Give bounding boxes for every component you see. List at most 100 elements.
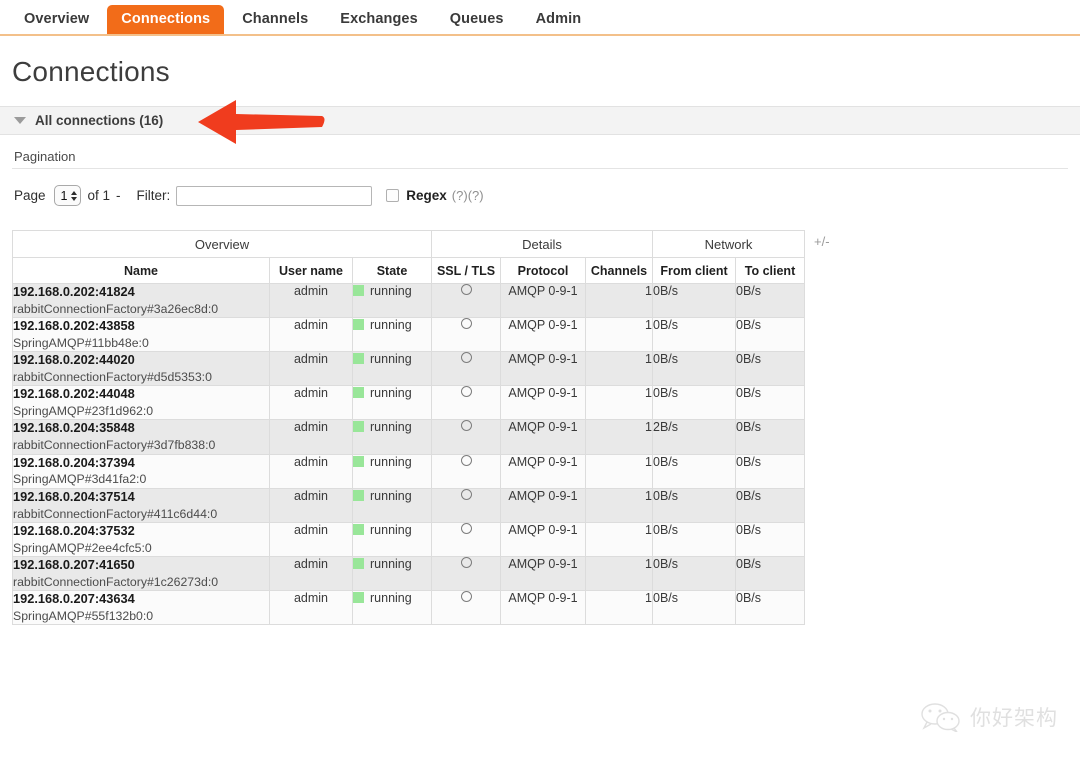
cell-to-client: 0B/s	[735, 555, 805, 591]
cell-state: running	[352, 385, 432, 421]
group-header-network: Network	[652, 230, 805, 258]
table-row[interactable]: 192.168.0.204:37514 rabbitConnectionFacto…	[12, 487, 805, 523]
cell-name[interactable]: 192.168.0.204:35848 rabbitConnectionFacto…	[12, 419, 270, 455]
cell-to-client: 0B/s	[735, 385, 805, 421]
table-row[interactable]: 192.168.0.202:43858 SpringAMQP#11bb48e:0 a…	[12, 317, 805, 353]
table-row[interactable]: 192.168.0.204:35848 rabbitConnectionFacto…	[12, 419, 805, 455]
column-toggle-button[interactable]: +/-	[814, 234, 830, 249]
regex-help-link-2[interactable]: (?)	[468, 188, 484, 203]
cell-ssl-tls	[431, 589, 501, 626]
nav-tab-admin[interactable]: Admin	[522, 5, 596, 35]
cell-state: running	[352, 521, 432, 557]
column-header-from-client[interactable]: From client	[652, 257, 736, 284]
chevron-down-icon[interactable]	[14, 117, 26, 124]
cell-state: running	[352, 282, 432, 319]
cell-name[interactable]: 192.168.0.204:37532 SpringAMQP#2ee4cfc5:0	[12, 521, 270, 557]
cell-name[interactable]: 192.168.0.202:43858 SpringAMQP#11bb48e:0	[12, 317, 270, 353]
cell-from-client: 0B/s	[652, 487, 736, 523]
cell-protocol: AMQP 0-9-1	[500, 282, 586, 319]
cell-to-client: 0B/s	[735, 419, 805, 455]
cell-name[interactable]: 192.168.0.204:37394 SpringAMQP#3d41fa2:0	[12, 453, 270, 489]
connection-address: 192.168.0.204:35848	[13, 420, 135, 436]
table-row[interactable]: 192.168.0.207:43634 SpringAMQP#55f132b0:0…	[12, 589, 805, 626]
ssl-off-icon	[460, 352, 472, 364]
cell-state: running	[352, 317, 432, 353]
regex-help-link-1[interactable]: (?)	[452, 188, 468, 203]
cell-user-name: admin	[269, 589, 353, 626]
cell-ssl-tls	[431, 351, 501, 387]
pagination-dash: -	[116, 188, 121, 203]
cell-channels: 1	[585, 419, 653, 455]
cell-name[interactable]: 192.168.0.207:43634 SpringAMQP#55f132b0:0	[12, 589, 270, 626]
table-row[interactable]: 192.168.0.204:37394 SpringAMQP#3d41fa2:0 a…	[12, 453, 805, 489]
cell-protocol: AMQP 0-9-1	[500, 317, 586, 353]
status-indicator-icon	[353, 353, 364, 365]
cell-name[interactable]: 192.168.0.202:44020 rabbitConnectionFacto…	[12, 351, 270, 387]
cell-from-client: 2B/s	[652, 419, 736, 455]
filter-input[interactable]	[176, 185, 373, 206]
status-indicator-icon	[353, 557, 364, 569]
connection-client-name: SpringAMQP#23f1d962:0	[13, 404, 154, 419]
status-badge: running	[370, 454, 412, 469]
status-indicator-icon	[353, 591, 364, 603]
column-header-user-name[interactable]: User name	[269, 257, 353, 284]
table-row[interactable]: 192.168.0.202:41824 rabbitConnectionFacto…	[12, 282, 805, 319]
cell-user-name: admin	[269, 521, 353, 557]
cell-name[interactable]: 192.168.0.204:37514 rabbitConnectionFacto…	[12, 487, 270, 523]
regex-checkbox[interactable]	[386, 189, 400, 202]
column-header-ssl-tls[interactable]: SSL / TLS	[431, 257, 501, 284]
nav-tab-exchanges[interactable]: Exchanges	[326, 5, 431, 35]
connection-client-name: rabbitConnectionFactory#411c6d44:0	[13, 506, 218, 521]
connection-address: 192.168.0.202:44020	[13, 352, 135, 368]
column-header-state[interactable]: State	[352, 257, 432, 284]
cell-name[interactable]: 192.168.0.202:41824 rabbitConnectionFacto…	[12, 282, 270, 319]
cell-name[interactable]: 192.168.0.202:44048 SpringAMQP#23f1d962:0	[12, 385, 270, 421]
nav-tab-channels[interactable]: Channels	[228, 5, 322, 35]
main-navigation: Overview Connections Channels Exchanges …	[0, 0, 1080, 36]
table-row[interactable]: 192.168.0.202:44020 rabbitConnectionFacto…	[12, 351, 805, 387]
ssl-off-icon	[460, 454, 472, 466]
page-title: Connections	[12, 56, 170, 87]
cell-protocol: AMQP 0-9-1	[500, 521, 586, 557]
stepper-arrows-icon[interactable]	[71, 190, 78, 201]
connections-table-container: Overview Details Network Name User name …	[12, 230, 1080, 626]
all-connections-section-header[interactable]: All connections (16)	[0, 106, 1080, 135]
nav-tab-connections[interactable]: Connections	[107, 4, 225, 34]
table-column-header-row: Name User name State SSL / TLS Protocol …	[12, 257, 805, 284]
cell-user-name: admin	[269, 419, 353, 455]
cell-channels: 1	[585, 351, 653, 387]
column-header-name[interactable]: Name	[12, 257, 270, 284]
cell-protocol: AMQP 0-9-1	[500, 555, 586, 591]
cell-name[interactable]: 192.168.0.207:41650 rabbitConnectionFacto…	[12, 555, 270, 591]
table-row[interactable]: 192.168.0.204:37532 SpringAMQP#2ee4cfc5:0…	[12, 521, 805, 557]
status-badge: running	[370, 420, 412, 435]
status-indicator-icon	[353, 455, 364, 467]
page-total-label: of 1	[87, 188, 111, 203]
pagination-divider	[12, 168, 1068, 169]
connection-client-name: SpringAMQP#55f132b0:0	[13, 608, 154, 623]
cell-ssl-tls	[431, 555, 501, 591]
connection-address: 192.168.0.207:41650	[13, 556, 135, 572]
connection-client-name: SpringAMQP#11bb48e:0	[13, 336, 149, 350]
cell-from-client: 0B/s	[652, 282, 736, 319]
connections-table: Overview Details Network Name User name …	[12, 230, 805, 626]
connection-client-name: rabbitConnectionFactory#d5d5353:0	[13, 370, 212, 385]
nav-tab-overview[interactable]: Overview	[10, 5, 103, 35]
regex-label: Regex	[406, 188, 447, 203]
column-header-to-client[interactable]: To client	[735, 257, 805, 284]
column-header-protocol[interactable]: Protocol	[500, 257, 586, 284]
status-indicator-icon	[353, 489, 364, 501]
page-number-select[interactable]: 1	[53, 185, 82, 206]
column-header-channels[interactable]: Channels	[585, 257, 653, 284]
table-row[interactable]: 192.168.0.207:41650 rabbitConnectionFacto…	[12, 555, 805, 591]
cell-protocol: AMQP 0-9-1	[500, 351, 586, 387]
cell-ssl-tls	[431, 385, 501, 421]
cell-state: running	[352, 351, 432, 387]
page-word-label: Page	[14, 188, 46, 203]
ssl-off-icon	[460, 284, 472, 295]
connection-client-name: rabbitConnectionFactory#3a26ec8d:0	[13, 301, 219, 316]
cell-channels: 1	[585, 589, 653, 626]
nav-tab-queues[interactable]: Queues	[436, 5, 518, 35]
status-badge: running	[370, 556, 412, 571]
table-row[interactable]: 192.168.0.202:44048 SpringAMQP#23f1d962:0…	[12, 385, 805, 421]
